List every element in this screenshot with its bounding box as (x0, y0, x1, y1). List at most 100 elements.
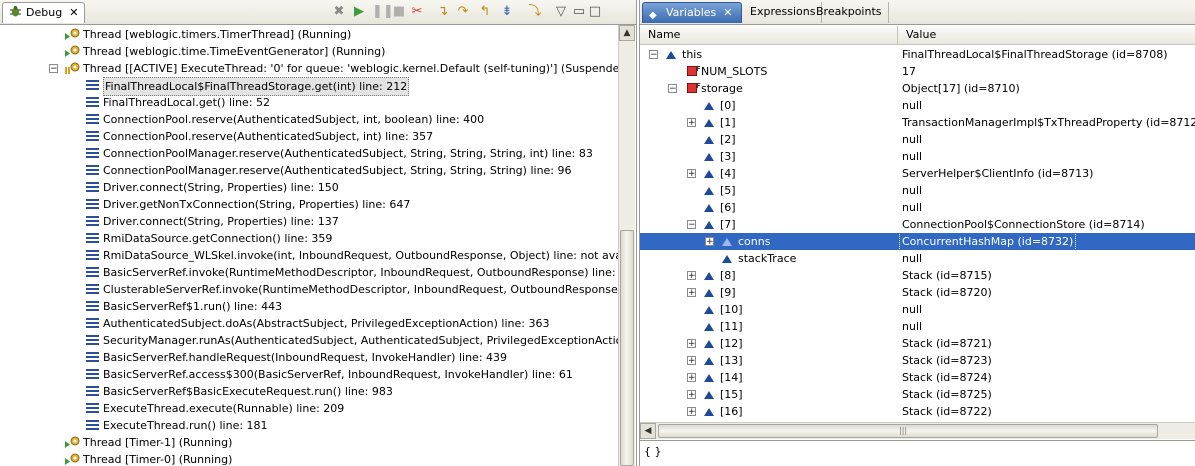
stack-frame-icon (86, 216, 99, 227)
variable-row[interactable]: + [8] Stack (id=8715) (640, 267, 1195, 284)
stack-frame-icon (86, 114, 99, 125)
close-icon[interactable]: ✕ (69, 6, 78, 19)
tab-debug[interactable]: Debug ✕ (2, 2, 86, 23)
expand-icon[interactable]: + (705, 237, 714, 247)
collapse-icon[interactable]: − (687, 220, 696, 230)
variable-name: [3] (720, 150, 736, 163)
variable-value: ServerHelper$ClientInfo (id=8713) (902, 167, 1094, 180)
disconnect-icon[interactable]: ✂ (408, 3, 426, 21)
variable-row[interactable]: + [1] TransactionManagerImpl$TxThreadPrope… (640, 114, 1195, 131)
expand-icon[interactable]: + (687, 356, 696, 366)
resume-icon[interactable]: ▶ (350, 3, 368, 21)
collapse-icon[interactable]: − (49, 64, 58, 74)
expand-icon[interactable]: + (687, 288, 696, 298)
variable-row[interactable]: + [15] Stack (id=8725) (640, 386, 1195, 403)
variables-view: ◆ Variables ✕ Expressions Breakpoints Name… (639, 0, 1195, 466)
variable-row[interactable]: − [7] ConnectionPool$ConnectionStore (id=8… (640, 216, 1195, 233)
variable-row[interactable]: + [16] Stack (id=8722) (640, 403, 1195, 420)
scroll-thumb[interactable] (620, 230, 634, 466)
variable-icon (704, 340, 714, 348)
variable-row[interactable]: [10] null (640, 301, 1195, 318)
variable-row[interactable]: NUM_SLOTS 17 (640, 61, 1195, 80)
variable-row[interactable]: [0] null (640, 97, 1195, 114)
row-label: ClusterableServerRef.invoke(RuntimeMetho… (103, 283, 618, 296)
maximize-icon[interactable]: □ (586, 3, 604, 21)
debug-thread-tree[interactable]: Thread [weblogic.timers.TimerThread] (Ru… (0, 25, 618, 466)
variable-value: Stack (id=8715) (902, 269, 992, 282)
variable-icon (704, 170, 714, 178)
variable-icon (704, 119, 714, 127)
variables-horizontal-scrollbar[interactable]: ◀ ||| (640, 422, 1195, 439)
collapse-icon[interactable]: − (668, 84, 677, 94)
variable-value: ConcurrentHashMap (id=8732) (898, 232, 1077, 251)
variable-row[interactable]: + [9] Stack (id=8720) (640, 284, 1195, 301)
stack-frame-icon (86, 284, 99, 295)
thread-suspended-icon (64, 61, 80, 76)
variable-name: [12] (720, 337, 743, 350)
row-label: BasicServerRef$1.run() line: 443 (103, 300, 283, 313)
thread-running-icon (64, 435, 80, 450)
variable-row[interactable]: − this FinalThreadLocal$FinalThreadStorage… (640, 46, 1195, 63)
expand-icon[interactable]: + (687, 339, 696, 349)
variable-icon (704, 221, 714, 229)
scroll-up-icon[interactable]: ▲ (619, 25, 635, 41)
variables-table-header: Name Value (640, 26, 1195, 45)
variable-row[interactable]: + [12] Stack (id=8721) (640, 335, 1195, 352)
collapse-icon[interactable]: − (649, 50, 658, 60)
variable-row[interactable]: + [4] ServerHelper$ClientInfo (id=8713) (640, 165, 1195, 182)
variable-row[interactable]: [6] null (640, 199, 1195, 216)
step-into-icon[interactable]: ↴ (434, 3, 452, 21)
expand-icon[interactable]: + (687, 271, 696, 281)
expand-icon[interactable]: + (687, 169, 696, 179)
variable-row[interactable]: + conns ConcurrentHashMap (id=8732) (640, 232, 1195, 251)
variable-value: ConnectionPool$ConnectionStore (id=8714) (902, 218, 1145, 231)
detail-pane[interactable]: { } (640, 440, 1195, 466)
expand-icon[interactable]: + (687, 373, 696, 383)
scroll-thumb[interactable]: ||| (658, 424, 1158, 438)
variable-value: Stack (id=8725) (902, 388, 992, 401)
variable-icon (704, 289, 714, 297)
stack-frame-icon (86, 80, 99, 91)
remove-terminated-icon[interactable]: ✖ (330, 3, 348, 21)
variable-icon (704, 187, 714, 195)
variable-value: null (902, 99, 923, 112)
variable-row[interactable]: [3] null (640, 148, 1195, 165)
variable-name: [4] (720, 167, 736, 180)
suspend-icon[interactable]: ❚❚ (372, 3, 394, 21)
variable-row[interactable]: [11] null (640, 318, 1195, 335)
variable-row[interactable]: + [14] Stack (id=8724) (640, 369, 1195, 386)
variable-icon (704, 391, 714, 399)
row-label: Thread [Timer-0] (Running) (83, 453, 233, 466)
expand-icon[interactable]: + (687, 407, 696, 417)
variable-row[interactable]: [2] null (640, 131, 1195, 148)
variable-value: null (902, 184, 923, 197)
use-step-filters-icon[interactable]: ⤵ (526, 3, 544, 21)
variable-row[interactable]: stackTrace null (640, 250, 1195, 267)
variable-row[interactable]: − storage Object[17] (id=8710) (640, 78, 1195, 97)
static-final-field-icon (687, 61, 701, 78)
step-return-icon[interactable]: ↰ (476, 3, 494, 21)
variable-row[interactable]: + [13] Stack (id=8723) (640, 352, 1195, 369)
tab-variables[interactable]: ◆ Variables ✕ (642, 2, 742, 23)
debug-vertical-scrollbar[interactable]: ▲ (618, 25, 635, 466)
expand-icon[interactable]: + (687, 390, 696, 400)
variable-icon (722, 255, 732, 263)
column-header-name[interactable]: Name (640, 26, 898, 44)
variable-value: null (902, 320, 923, 333)
tab-breakpoints[interactable]: Breakpoints (810, 2, 889, 23)
scroll-left-icon[interactable]: ◀ (640, 423, 656, 439)
variables-tree[interactable]: − this FinalThreadLocal$FinalThreadStorage… (640, 45, 1195, 421)
step-over-icon[interactable]: ↷ (454, 3, 472, 21)
variable-name: storage (701, 82, 743, 95)
variable-value: Object[17] (id=8710) (902, 82, 1020, 95)
variable-row[interactable]: [5] null (640, 182, 1195, 199)
close-icon[interactable]: ✕ (723, 6, 732, 19)
stack-frame-icon (86, 148, 99, 159)
view-menu-icon[interactable]: ▽ (552, 3, 570, 21)
row-label: Thread [[ACTIVE] ExecuteThread: '0' for … (83, 62, 618, 75)
variable-icon (704, 102, 714, 110)
drop-to-frame-icon[interactable]: ⇟ (498, 3, 516, 21)
column-header-value[interactable]: Value (898, 26, 1195, 44)
terminate-icon[interactable]: ■ (390, 3, 408, 21)
expand-icon[interactable]: + (687, 118, 696, 128)
